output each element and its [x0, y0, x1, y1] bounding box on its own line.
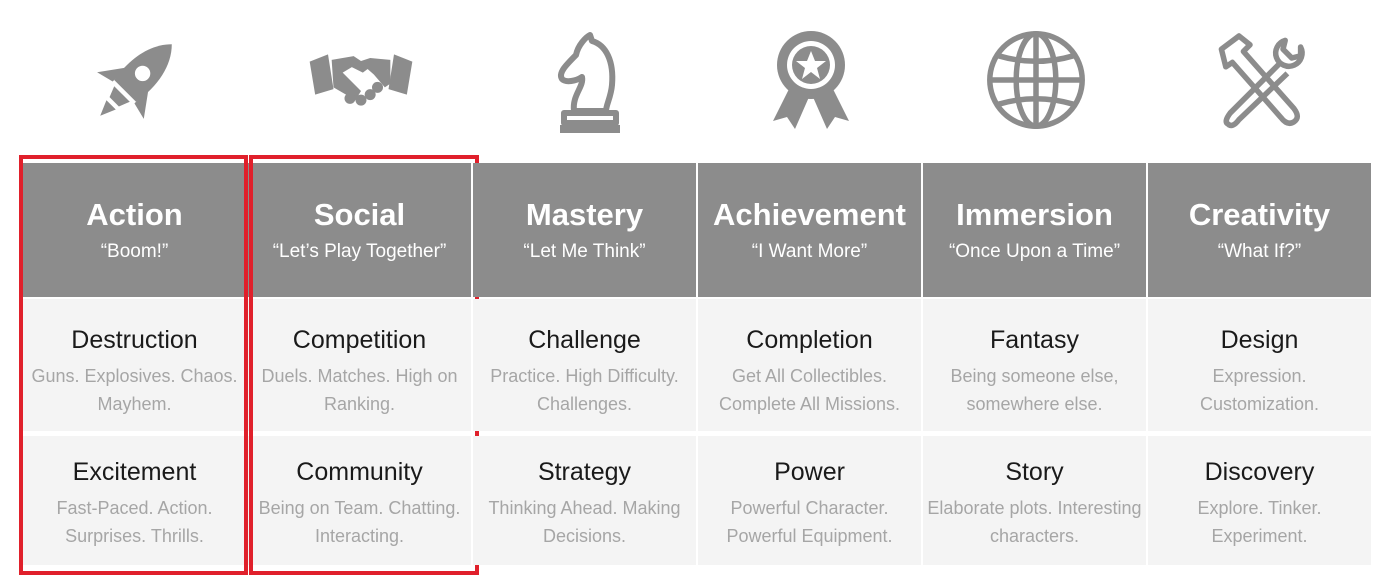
component-card: Fantasy Being someone else, somewhere els… — [923, 299, 1146, 431]
component-title: Story — [1005, 458, 1064, 486]
component-title: Strategy — [537, 458, 632, 486]
column-quote: “I Want More” — [751, 241, 868, 262]
component-card: Story Elaborate plots. Interesting charac… — [923, 436, 1146, 565]
column-immersion: Immersion “Once Upon a Time” Fantasy Being … — [923, 163, 1146, 565]
component-title: Fantasy — [990, 326, 1079, 354]
component-card: Strategy Thinking Ahead. Making Decisions… — [473, 436, 696, 565]
handshake-icon — [248, 0, 473, 160]
column-header: Achievement “I Want More” — [698, 163, 921, 297]
column-creativity: Creativity “What If?” Design Expression. Cu… — [1148, 163, 1371, 565]
column-achievement: Achievement “I Want More” Completion Get Al… — [698, 163, 921, 565]
component-card: Discovery Explore. Tinker. Experiment. — [1148, 436, 1371, 565]
column-title: Creativity — [1188, 197, 1331, 232]
column-mastery: Mastery “Let Me Think” Challenge Practice. … — [473, 163, 696, 565]
column-quote: “What If?” — [1217, 241, 1302, 262]
component-description: Elaborate plots. Interesting characters. — [927, 498, 1142, 546]
component-title: Discovery — [1204, 458, 1315, 486]
component-title: Power — [774, 458, 845, 486]
component-card: Completion Get All Collectibles. Complete… — [698, 299, 921, 431]
component-title: Design — [1220, 326, 1299, 354]
component-title: Completion — [746, 326, 873, 354]
column-title: Mastery — [525, 197, 644, 232]
icon-row — [23, 0, 1378, 160]
component-card: Power Powerful Character. Powerful Equipm… — [698, 436, 921, 565]
award-ribbon-icon — [698, 0, 923, 160]
component-card: Challenge Practice. High Difficulty. Chal… — [473, 299, 696, 431]
column-quote: “Once Upon a Time” — [948, 241, 1121, 262]
column-header: Creativity “What If?” — [1148, 163, 1371, 297]
component-description: Expression. Customization. — [1199, 366, 1320, 414]
highlight-box — [19, 155, 248, 575]
highlight-box — [249, 155, 479, 575]
column-quote: “Let Me Think” — [523, 241, 646, 262]
component-title: Challenge — [528, 326, 641, 354]
component-description: Explore. Tinker. Experiment. — [1197, 498, 1322, 546]
component-card: Design Expression. Customization. — [1148, 299, 1371, 431]
column-header: Mastery “Let Me Think” — [473, 163, 696, 297]
column-title: Immersion — [956, 197, 1113, 232]
hammer-wrench-icon — [1148, 0, 1373, 160]
component-description: Thinking Ahead. Making Decisions. — [488, 498, 681, 546]
component-description: Powerful Character. Powerful Equipment. — [726, 498, 893, 546]
chess-knight-icon — [473, 0, 698, 160]
rocket-icon — [23, 0, 248, 160]
component-description: Get All Collectibles. Complete All Missi… — [718, 366, 901, 414]
column-title: Achievement — [713, 197, 906, 232]
globe-icon — [923, 0, 1148, 160]
component-description: Being someone else, somewhere else. — [950, 366, 1119, 414]
component-description: Practice. High Difficulty. Challenges. — [490, 366, 679, 414]
column-header: Immersion “Once Upon a Time” — [923, 163, 1146, 297]
